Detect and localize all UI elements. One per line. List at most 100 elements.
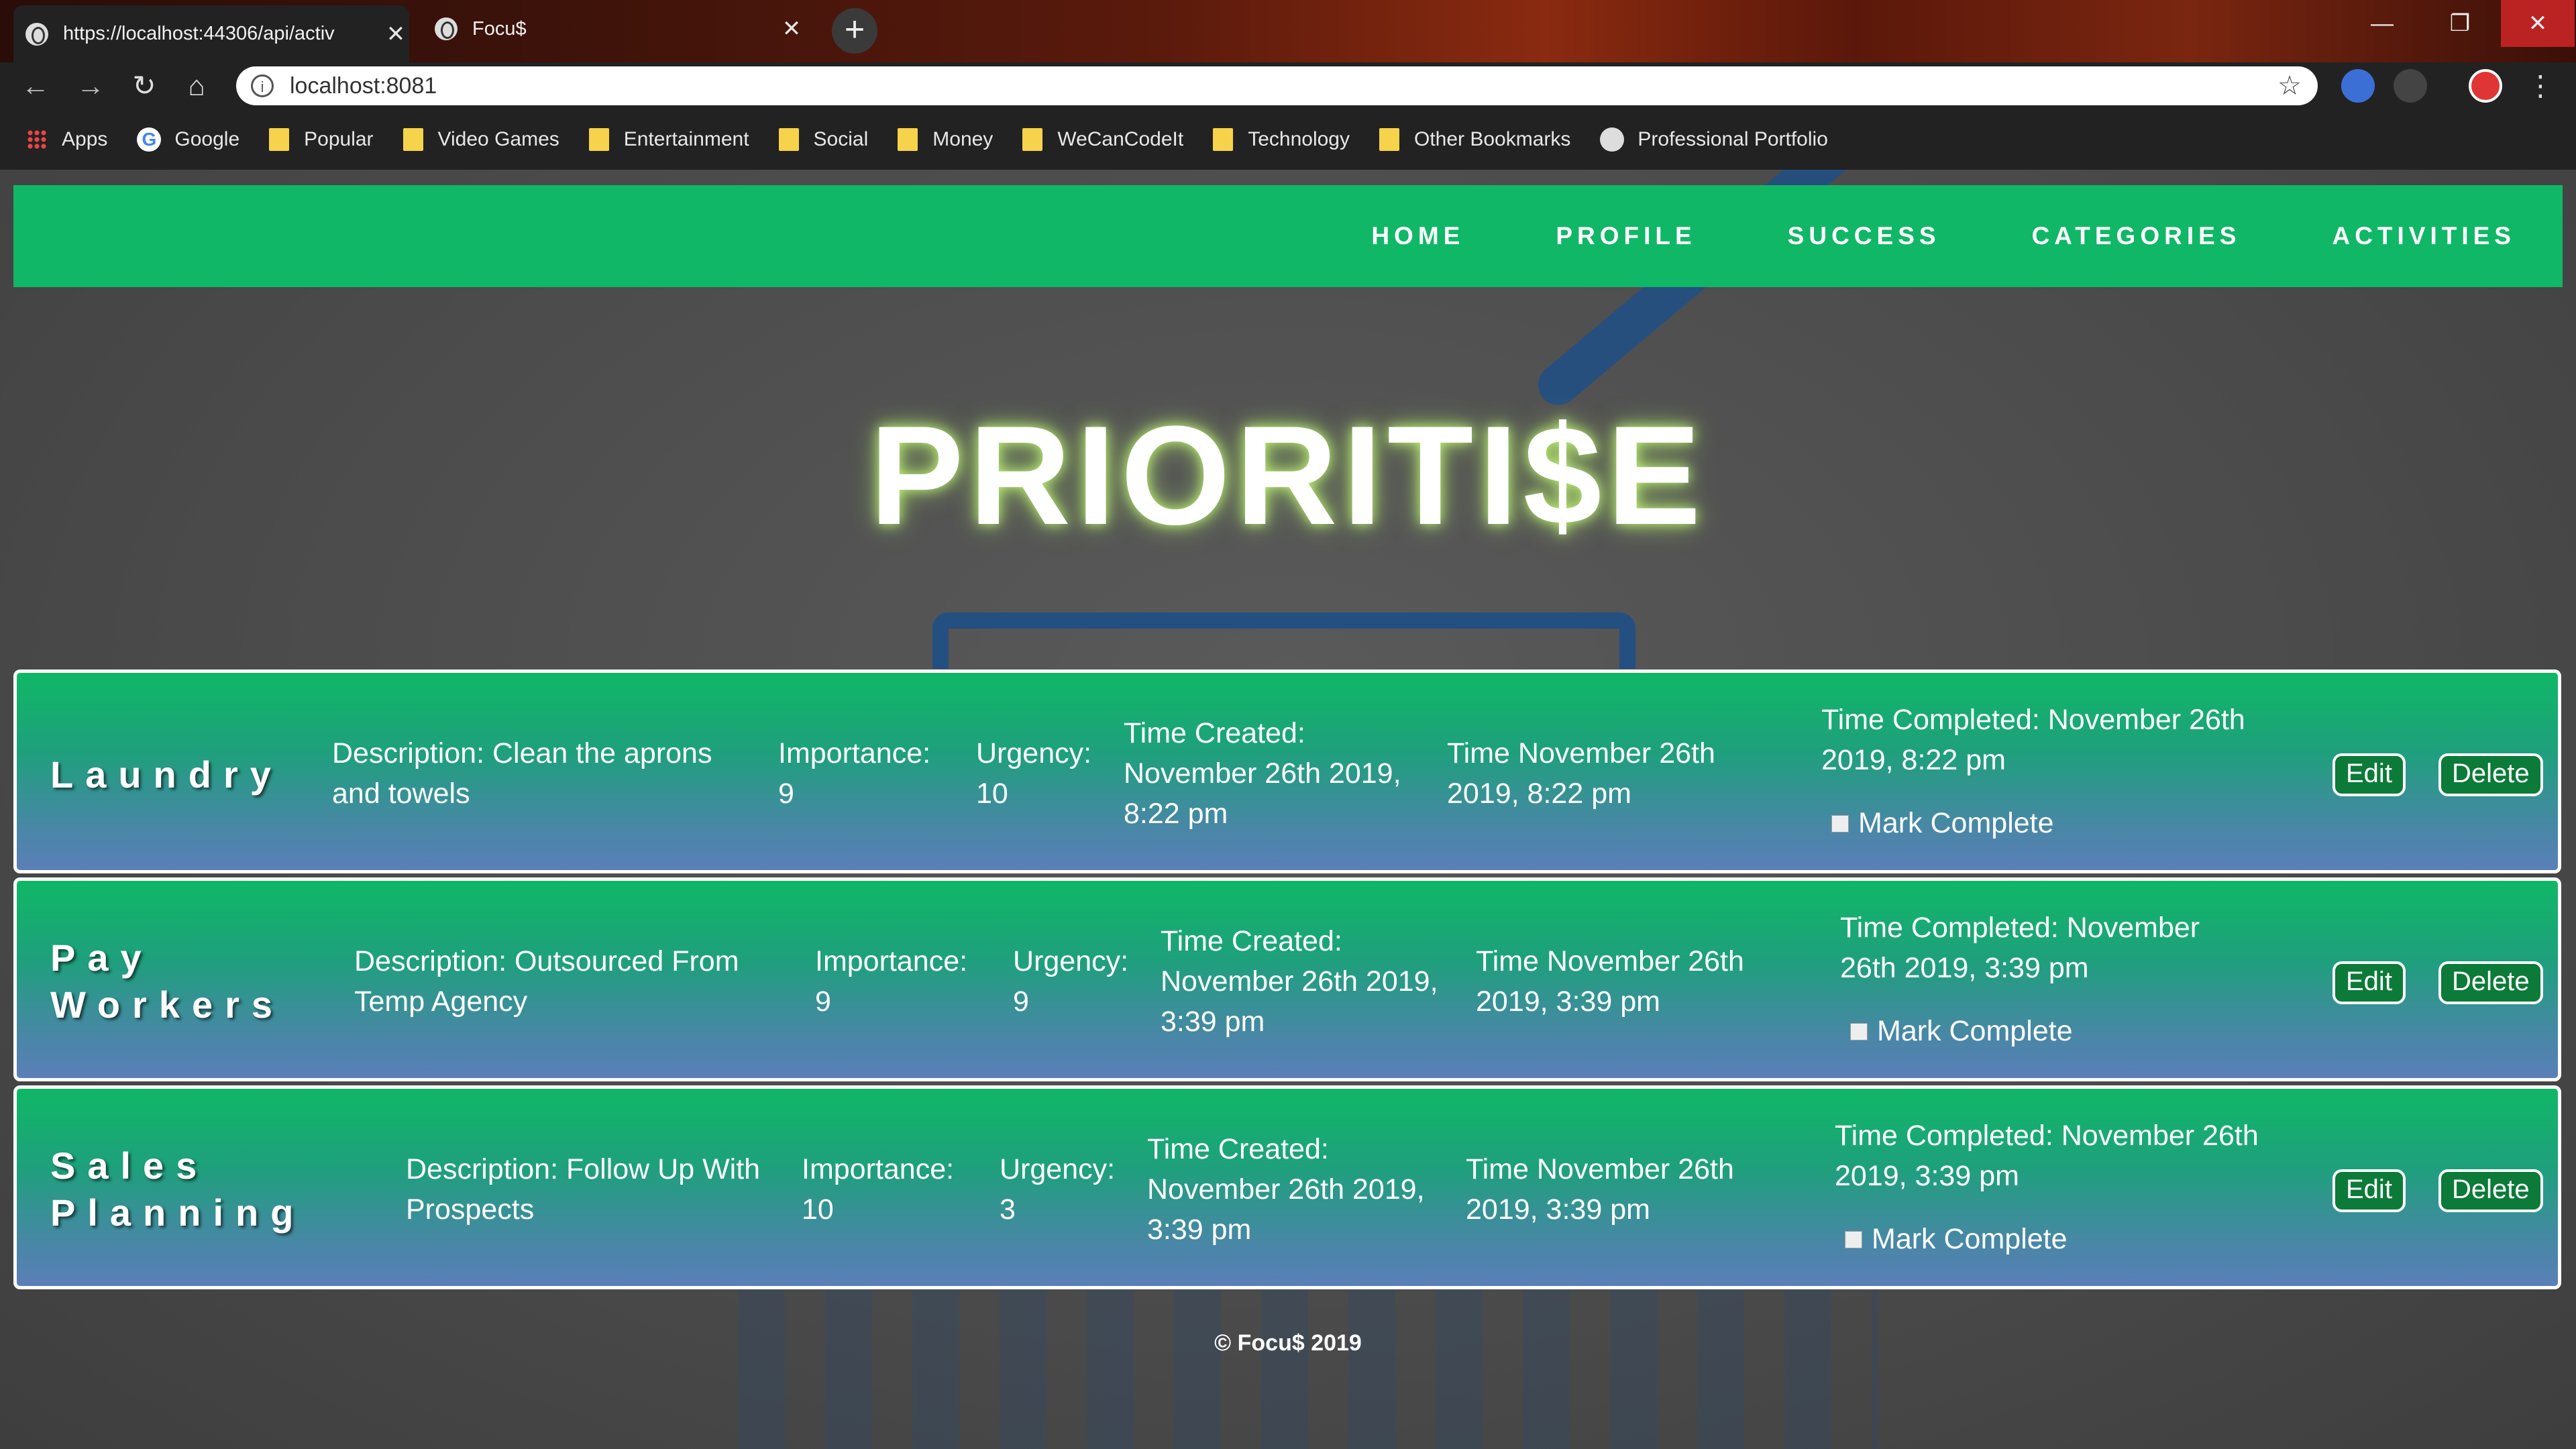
- checkbox-icon[interactable]: [1845, 1230, 1862, 1248]
- main-navbar: HOME PROFILE SUCCESS CATEGORIES ACTIVITI…: [13, 185, 2563, 287]
- delete-button[interactable]: Delete: [2438, 961, 2543, 1004]
- bookmark-star-icon[interactable]: ☆: [2277, 70, 2302, 101]
- browser-tab-focus[interactable]: Focu$ ✕: [423, 5, 805, 52]
- close-window-button[interactable]: ✕: [2501, 0, 2575, 47]
- menu-icon[interactable]: ⋮: [2525, 70, 2556, 101]
- extension-icon[interactable]: [2394, 69, 2427, 103]
- edit-button[interactable]: Edit: [2332, 753, 2406, 796]
- nav-activities[interactable]: ACTIVITIES: [2332, 222, 2516, 250]
- checkbox-icon[interactable]: [1831, 814, 1849, 833]
- bookmark-label: Apps: [62, 128, 108, 150]
- urgency-label: Urgency:: [1000, 1153, 1116, 1185]
- tab-close-icon[interactable]: ✕: [382, 21, 409, 48]
- delete-button[interactable]: Delete: [2438, 1169, 2543, 1212]
- bookmark-label: Professional Portfolio: [1638, 128, 1828, 150]
- activity-card: Sales Planning Description: Follow Up Wi…: [13, 1085, 2561, 1289]
- delete-button[interactable]: Delete: [2438, 753, 2543, 796]
- browser-toolbar: ← → ↻ ⌂ i localhost:8081 ☆ ⋮: [0, 62, 2576, 109]
- browser-tabstrip: https://localhost:44306/api/activ ✕ Focu…: [0, 0, 2576, 62]
- nav-profile[interactable]: PROFILE: [1556, 222, 1696, 250]
- activity-time-created: Time Created: November 26th 2019, 8:22 p…: [1124, 717, 1401, 830]
- mark-complete-checkbox[interactable]: Mark Complete: [1850, 1015, 2073, 1048]
- activity-time-created: Time Created: November 26th 2019, 3:39 p…: [1147, 1133, 1425, 1246]
- bookmark-label: Popular: [304, 128, 374, 150]
- bookmark-google[interactable]: G Google: [137, 127, 239, 152]
- browser-tab-api[interactable]: https://localhost:44306/api/activ ✕: [13, 5, 409, 62]
- forward-icon[interactable]: →: [75, 70, 106, 101]
- nav-categories[interactable]: CATEGORIES: [2032, 222, 2241, 250]
- globe-icon: [25, 22, 48, 46]
- bookmark-social[interactable]: Social: [778, 128, 869, 151]
- address-url[interactable]: localhost:8081: [290, 73, 2277, 99]
- edit-button[interactable]: Edit: [2332, 961, 2406, 1004]
- activity-time-completed: Time Completed: November 26th 2019, 3:39…: [1835, 1120, 2259, 1192]
- bookmark-other-bookmarks[interactable]: Other Bookmarks: [1379, 128, 1570, 151]
- bookmark-entertainment[interactable]: Entertainment: [588, 128, 749, 151]
- folder-icon: [1379, 128, 1399, 151]
- importance-value: 9: [815, 985, 831, 1018]
- folder-icon: [1213, 128, 1234, 151]
- importance-value: 9: [778, 777, 794, 810]
- activity-card: Pay Workers Description: Outsourced From…: [13, 877, 2561, 1081]
- minimize-button[interactable]: —: [2345, 0, 2419, 47]
- reload-icon[interactable]: ↻: [129, 70, 160, 101]
- restore-button[interactable]: ❐: [2423, 0, 2497, 47]
- new-tab-button[interactable]: +: [832, 8, 877, 54]
- extension-icon[interactable]: [2341, 69, 2375, 103]
- tab-close-icon[interactable]: ✕: [778, 15, 805, 42]
- hero-title: PRIORITI$E: [869, 396, 1707, 554]
- folder-icon: [402, 128, 423, 151]
- bookmark-label: Money: [932, 128, 994, 150]
- mark-complete-label: Mark Complete: [1858, 807, 2054, 839]
- mark-complete-checkbox[interactable]: Mark Complete: [1845, 1223, 2068, 1256]
- google-icon: G: [137, 127, 162, 152]
- mark-complete-label: Mark Complete: [1877, 1015, 2073, 1047]
- activity-name: Sales Planning: [50, 1144, 306, 1234]
- globe-icon: [1600, 127, 1625, 152]
- activity-time: Time November 26th 2019, 3:39 pm: [1476, 945, 1744, 1018]
- activity-name: Pay Workers: [50, 936, 285, 1026]
- bookmark-popular[interactable]: Popular: [269, 128, 374, 151]
- activity-time-completed: Time Completed: November 26th 2019, 8:22…: [1821, 704, 2245, 776]
- activity-urgency: Urgency: 10: [976, 733, 1110, 814]
- mark-complete-label: Mark Complete: [1872, 1223, 2068, 1255]
- edit-button[interactable]: Edit: [2332, 1169, 2406, 1212]
- site-info-icon[interactable]: i: [251, 74, 274, 97]
- importance-label: Importance:: [802, 1153, 955, 1185]
- tab-title: Focu$: [472, 17, 527, 40]
- bookmark-label: Google: [174, 128, 240, 150]
- activity-description: Description: Clean the aprons and towels: [332, 737, 712, 810]
- back-icon[interactable]: ←: [20, 70, 51, 101]
- mark-complete-checkbox[interactable]: Mark Complete: [1831, 807, 2054, 840]
- nav-success[interactable]: SUCCESS: [1788, 222, 1941, 250]
- bookmark-label: Social: [813, 128, 869, 150]
- bookmark-wecancodeit[interactable]: WeCanCodeIt: [1022, 128, 1183, 151]
- activity-urgency: Urgency: 9: [1013, 941, 1147, 1022]
- activity-time-completed: Time Completed: November 26th 2019, 3:39…: [1840, 912, 2200, 984]
- bookmark-label: Entertainment: [623, 128, 749, 150]
- profile-avatar[interactable]: [2469, 69, 2502, 103]
- home-icon[interactable]: ⌂: [181, 70, 212, 101]
- checkbox-icon[interactable]: [1850, 1022, 1868, 1040]
- bookmark-professional-portfolio[interactable]: Professional Portfolio: [1600, 127, 1828, 152]
- tab-title: https://localhost:44306/api/activ: [63, 23, 335, 44]
- page-content: HOME PROFILE SUCCESS CATEGORIES ACTIVITI…: [0, 170, 2576, 1449]
- globe-icon: [435, 17, 458, 40]
- folder-icon: [778, 128, 799, 151]
- activity-importance: Importance: 9: [778, 733, 959, 814]
- bookmark-technology[interactable]: Technology: [1213, 128, 1350, 151]
- activity-description: Description: Outsourced From Temp Agency: [354, 945, 739, 1018]
- bookmark-video-games[interactable]: Video Games: [402, 128, 559, 151]
- bookmark-label: Technology: [1248, 128, 1350, 150]
- activity-name: Laundry: [50, 753, 283, 796]
- address-bar[interactable]: i localhost:8081 ☆: [236, 66, 2318, 105]
- footer-copyright: © Focu$ 2019: [1214, 1330, 1362, 1356]
- urgency-label: Urgency:: [1013, 945, 1129, 977]
- urgency-value: 10: [976, 777, 1008, 810]
- bookmark-money[interactable]: Money: [898, 128, 993, 151]
- activity-time: Time November 26th 2019, 8:22 pm: [1447, 737, 1715, 810]
- folder-icon: [1022, 128, 1043, 151]
- bookmark-apps[interactable]: Apps: [27, 128, 107, 151]
- activity-description: Description: Follow Up With Prospects: [406, 1153, 761, 1226]
- nav-home[interactable]: HOME: [1371, 222, 1464, 250]
